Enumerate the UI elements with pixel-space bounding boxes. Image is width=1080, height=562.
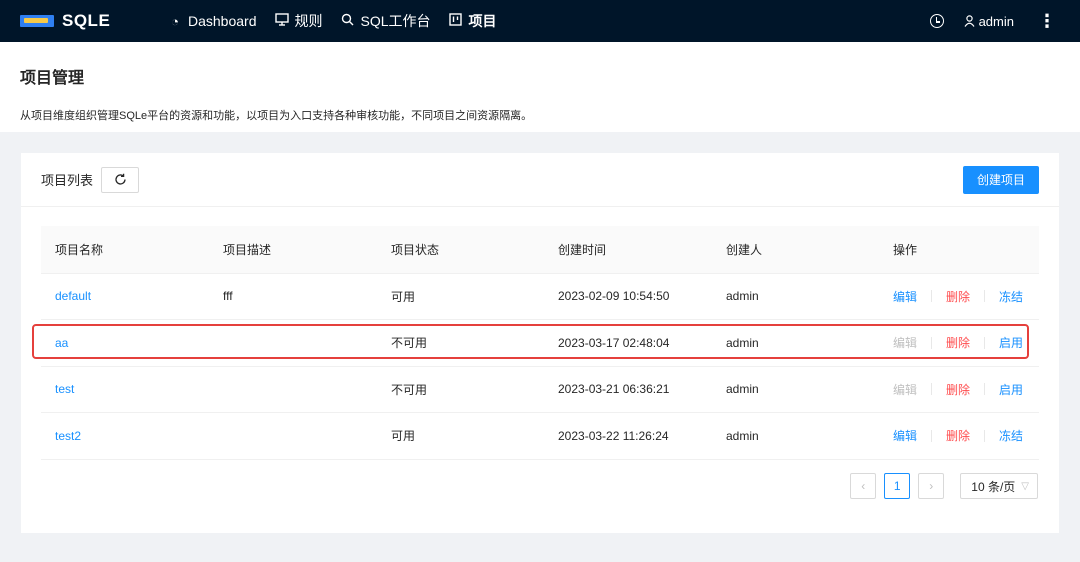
enable-button[interactable]: 启用 — [999, 334, 1023, 351]
clock-icon[interactable] — [929, 14, 944, 28]
prev-page-button[interactable]: ‹ — [850, 473, 877, 499]
delete-button[interactable]: 删除 — [946, 334, 970, 351]
col-status: 项目状态 — [377, 226, 544, 274]
pagination: ‹ 1 › 10 条/页 ▽ — [850, 473, 1038, 499]
col-desc: 项目描述 — [209, 226, 377, 274]
project-status: 可用 — [377, 412, 544, 460]
nav-rules-label: 规则 — [294, 13, 323, 29]
table-row: default fff 可用 2023-02-09 10:54:50 admin… — [41, 273, 1039, 320]
project-creator: admin — [712, 273, 879, 320]
top-navbar: SQLE ◔ Dashboard 规则 SQL工作台 项目 admin ⋮ — [0, 0, 1080, 42]
project-creator: admin — [712, 366, 879, 413]
project-name-link[interactable]: default — [41, 273, 209, 320]
nav-dashboard[interactable]: ◔ Dashboard — [168, 13, 257, 29]
next-page-button[interactable]: › — [918, 473, 945, 499]
page-description: 从项目维度组织管理SQLe平台的资源和功能，以项目为入口支持各种审核功能，不同项… — [20, 110, 533, 122]
table-row: aa 不可用 2023-03-17 02:48:04 admin 编辑 删除 启… — [41, 319, 1039, 367]
project-status: 不可用 — [377, 319, 544, 367]
edit-button: 编辑 — [893, 336, 918, 351]
nav-dashboard-label: Dashboard — [188, 13, 257, 29]
main-nav: ◔ Dashboard 规则 SQL工作台 项目 — [168, 11, 497, 31]
project-name-link[interactable]: aa — [41, 319, 209, 367]
project-created: 2023-03-21 06:36:21 — [544, 366, 712, 413]
project-desc — [209, 319, 377, 367]
logo-icon — [20, 15, 54, 27]
user-menu[interactable]: admin — [964, 14, 1014, 29]
page-header: 项目管理 从项目维度组织管理SQLe平台的资源和功能，以项目为入口支持各种审核功… — [0, 42, 1080, 132]
project-desc: fff — [209, 273, 377, 320]
chevron-down-icon: ▽ — [1021, 480, 1029, 492]
table-row: test2 可用 2023-03-22 11:26:24 admin 编辑 删除… — [41, 412, 1039, 460]
more-menu-icon[interactable]: ⋮ — [1034, 12, 1060, 30]
freeze-button[interactable]: 冻结 — [999, 427, 1023, 444]
project-creator: admin — [712, 412, 879, 460]
project-table: 项目名称 项目描述 项目状态 创建时间 创建人 操作 default fff 可… — [41, 226, 1039, 460]
project-name-link[interactable]: test — [41, 366, 209, 413]
row-actions: 编辑 删除 启用 — [879, 319, 1039, 367]
dashboard-icon: ◔ — [171, 13, 179, 29]
row-actions: 编辑 删除 冻结 — [879, 273, 1039, 320]
nav-projects-label: 项目 — [468, 13, 497, 29]
username: admin — [978, 13, 1014, 29]
page-size-select[interactable]: 10 条/页 ▽ — [960, 473, 1038, 499]
project-status: 不可用 — [377, 366, 544, 413]
project-desc — [209, 412, 377, 460]
enable-button[interactable]: 启用 — [999, 381, 1023, 398]
logo-text: SQLE — [62, 11, 111, 30]
col-name: 项目名称 — [41, 226, 209, 274]
freeze-button[interactable]: 冻结 — [999, 288, 1023, 305]
table-row: test 不可用 2023-03-21 06:36:21 admin 编辑 删除… — [41, 366, 1039, 413]
delete-button[interactable]: 删除 — [946, 427, 970, 444]
logo[interactable]: SQLE — [20, 11, 168, 31]
project-icon — [449, 13, 463, 29]
header-right: admin ⋮ — [929, 12, 1060, 30]
project-name-link[interactable]: test2 — [41, 412, 209, 460]
nav-rules[interactable]: 规则 — [274, 11, 323, 31]
row-actions: 编辑 删除 启用 — [879, 366, 1039, 413]
page-title: 项目管理 — [20, 70, 85, 87]
user-icon — [964, 15, 975, 27]
nav-projects[interactable]: 项目 — [449, 11, 497, 31]
col-created: 创建时间 — [544, 226, 712, 274]
search-icon — [341, 13, 355, 29]
nav-sql-workbench-label: SQL工作台 — [360, 13, 431, 29]
project-created: 2023-03-17 02:48:04 — [544, 319, 712, 367]
edit-button: 编辑 — [893, 382, 918, 397]
page-size-label: 10 条/页 — [971, 479, 1016, 494]
table-header-row: 项目名称 项目描述 项目状态 创建时间 创建人 操作 — [41, 226, 1039, 274]
monitor-icon — [274, 13, 289, 29]
project-created: 2023-03-22 11:26:24 — [544, 412, 712, 460]
nav-sql-workbench[interactable]: SQL工作台 — [341, 11, 431, 31]
project-creator: admin — [712, 319, 879, 367]
delete-button[interactable]: 删除 — [946, 381, 970, 398]
edit-button[interactable]: 编辑 — [893, 288, 917, 305]
project-desc — [209, 366, 377, 413]
project-created: 2023-02-09 10:54:50 — [544, 273, 712, 320]
col-creator: 创建人 — [712, 226, 879, 274]
row-actions: 编辑 删除 冻结 — [879, 412, 1039, 460]
delete-button[interactable]: 删除 — [946, 288, 970, 305]
project-status: 可用 — [377, 273, 544, 320]
page-number[interactable]: 1 — [884, 473, 911, 499]
col-actions: 操作 — [879, 226, 1039, 274]
edit-button[interactable]: 编辑 — [893, 427, 917, 444]
